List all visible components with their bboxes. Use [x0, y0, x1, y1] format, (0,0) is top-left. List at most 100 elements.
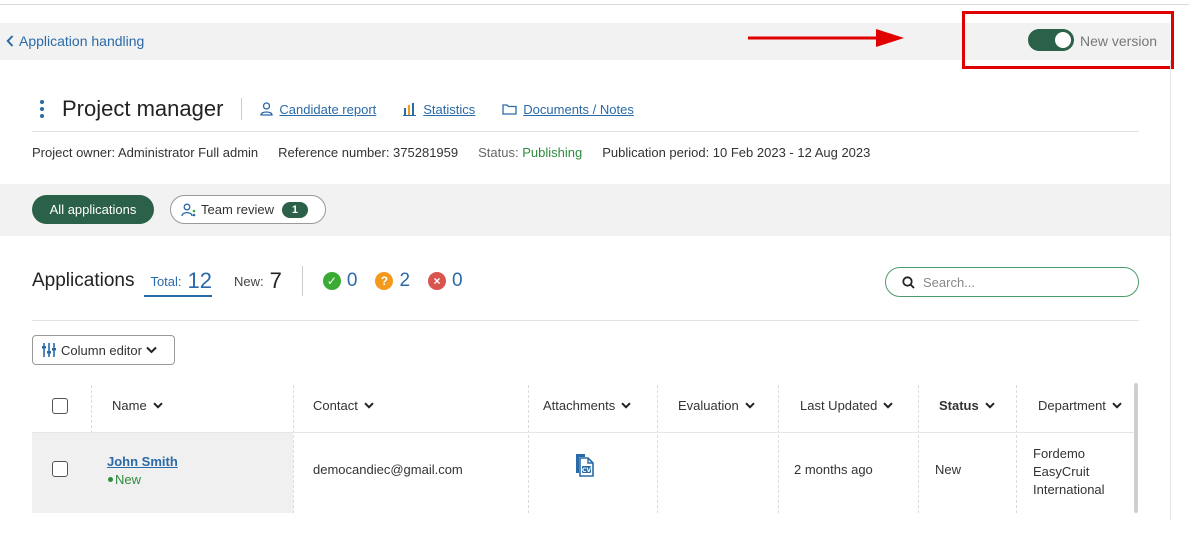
- reference-number: Reference number: 375281959: [278, 145, 459, 160]
- chevron-down-icon: [621, 402, 631, 409]
- column-header-evaluation-label: Evaluation: [678, 398, 739, 413]
- approved-counter[interactable]: ✓ 0: [322, 270, 358, 292]
- documents-notes-link[interactable]: Documents / Notes: [502, 102, 634, 117]
- page-title: Project manager: [62, 96, 224, 121]
- chevron-down-icon: [745, 402, 755, 409]
- status-label: Status:: [478, 145, 519, 160]
- column-header-attachments[interactable]: Attachments: [543, 398, 631, 413]
- column-header-last-updated[interactable]: Last Updated: [800, 398, 894, 413]
- pending-counter[interactable]: ? 2: [375, 270, 410, 292]
- svg-text:CV: CV: [582, 467, 591, 474]
- column-separator: [778, 385, 779, 513]
- top-divider: [0, 4, 1189, 5]
- column-separator: [1016, 385, 1017, 513]
- candidate-report-label: Candidate report: [279, 101, 377, 117]
- close-icon: ×: [428, 272, 447, 290]
- folder-icon: [502, 104, 517, 115]
- candidate-name-link[interactable]: John Smith: [107, 454, 178, 469]
- person-icon: [260, 102, 274, 116]
- bar-chart-icon: [403, 102, 417, 116]
- table-scrollbar[interactable]: [1134, 383, 1138, 513]
- column-header-department[interactable]: Department: [1038, 398, 1122, 413]
- column-header-evaluation[interactable]: Evaluation: [678, 398, 755, 413]
- statistics-label: Statistics: [423, 101, 476, 117]
- applications-summary: Applications Total: 12 New: 7 ✓ 0 ? 2 × …: [32, 265, 481, 297]
- row-checkbox[interactable]: [52, 461, 68, 477]
- page-edge: [1170, 60, 1171, 520]
- total-count[interactable]: 12: [142, 268, 213, 297]
- approved-count: 0: [346, 270, 358, 291]
- back-link[interactable]: Application handling: [6, 33, 144, 49]
- team-review-label: Team review: [201, 202, 274, 217]
- status-dot-icon: [108, 477, 113, 482]
- statistics-link[interactable]: Statistics: [403, 102, 475, 117]
- candidate-last-updated: 2 months ago: [794, 462, 873, 477]
- chevron-down-icon: [364, 402, 374, 409]
- column-separator: [293, 385, 294, 513]
- chevron-down-icon: [146, 346, 157, 354]
- cv-icon[interactable]: CV: [574, 453, 594, 477]
- title-divider: [241, 98, 243, 120]
- new-count[interactable]: 7: [270, 268, 282, 294]
- rejected-counter[interactable]: × 0: [428, 270, 463, 292]
- toggle-knob: [1055, 32, 1071, 48]
- divider: [32, 131, 1139, 132]
- all-applications-button[interactable]: All applications: [32, 195, 154, 224]
- column-header-attachments-label: Attachments: [543, 398, 616, 413]
- column-header-status-label: Status: [939, 398, 979, 413]
- annotation-arrow: [748, 29, 904, 47]
- documents-notes-label: Documents / Notes: [523, 101, 634, 117]
- kebab-menu-icon[interactable]: [36, 100, 48, 118]
- check-icon: ✓: [322, 272, 341, 290]
- candidate-sub-status: New: [108, 472, 141, 487]
- candidate-department: Fordemo EasyCruit International: [1033, 446, 1105, 497]
- sliders-icon: [42, 343, 56, 357]
- search-placeholder: Search...: [923, 274, 976, 290]
- column-editor-button[interactable]: Column editor: [32, 335, 175, 365]
- status-field: Status: Publishing: [478, 145, 582, 160]
- back-link-label: Application handling: [19, 33, 145, 49]
- new-label[interactable]: New:: [234, 274, 264, 289]
- candidate-sub-status-label: New: [115, 472, 142, 487]
- column-header-contact[interactable]: Contact: [313, 398, 374, 413]
- new-version-label: New version: [1080, 33, 1158, 49]
- column-header-department-label: Department: [1038, 398, 1106, 413]
- rejected-count: 0: [452, 270, 463, 291]
- column-separator: [528, 385, 529, 513]
- status-value: Publishing: [522, 145, 583, 160]
- column-header-name-label: Name: [112, 398, 147, 413]
- column-header-status[interactable]: Status: [939, 398, 995, 413]
- chevron-down-icon: [1112, 402, 1122, 409]
- candidate-report-link[interactable]: Candidate report: [260, 102, 376, 117]
- team-review-icon: [181, 203, 196, 216]
- row-highlight: [32, 433, 293, 513]
- summary-divider: [301, 266, 303, 296]
- search-icon: [902, 275, 915, 289]
- row-divider: [32, 432, 1134, 433]
- pending-count: 2: [399, 270, 411, 291]
- chevron-down-icon: [883, 402, 894, 409]
- select-all-checkbox[interactable]: [52, 398, 68, 414]
- question-icon: ?: [375, 272, 394, 290]
- chevron-down-icon: [152, 402, 163, 409]
- candidate-status: New: [935, 462, 962, 477]
- column-header-contact-label: Contact: [313, 398, 358, 413]
- column-header-last-updated-label: Last Updated: [800, 398, 878, 413]
- search-input[interactable]: Search...: [885, 267, 1139, 297]
- column-separator: [657, 385, 658, 513]
- new-version-toggle[interactable]: [1028, 29, 1074, 51]
- project-meta: Project owner: Administrator Full admin …: [32, 145, 890, 160]
- team-review-count-badge: 1: [281, 201, 308, 218]
- chevron-left-icon: [6, 35, 14, 47]
- column-editor-label: Column editor: [61, 342, 142, 358]
- column-separator: [918, 385, 919, 513]
- candidate-contact: democandiec@gmail.com: [313, 462, 463, 477]
- total-label[interactable]: Total:: [150, 274, 181, 289]
- title-row: Project manager Candidate report Statist…: [36, 95, 661, 123]
- column-header-name[interactable]: Name: [112, 398, 163, 413]
- divider: [32, 320, 1139, 321]
- project-owner: Project owner: Administrator Full admin: [32, 145, 259, 160]
- applications-title: Applications: [32, 270, 135, 291]
- team-review-button[interactable]: Team review 1: [170, 195, 326, 224]
- chevron-down-icon: [985, 402, 995, 409]
